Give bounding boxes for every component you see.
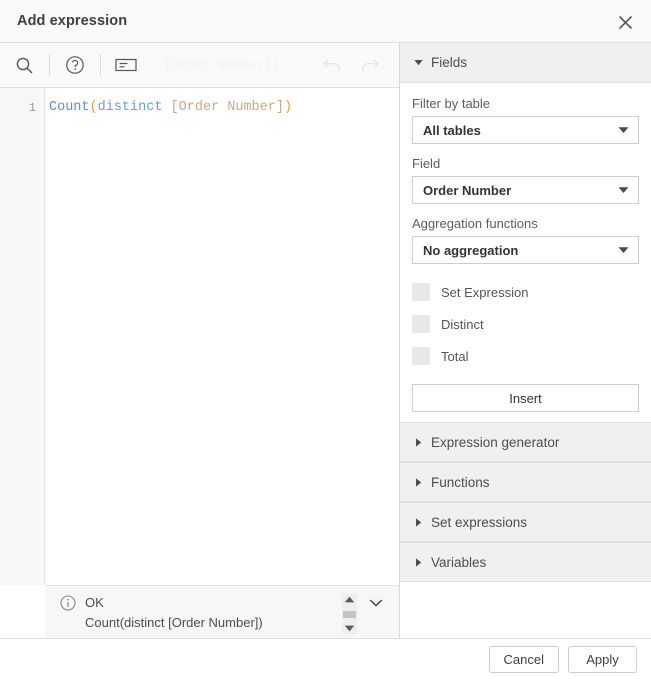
checkbox-set-expression[interactable] bbox=[412, 283, 430, 301]
accordion-header-expression-generator[interactable]: Expression generator bbox=[400, 422, 651, 462]
checkbox-label-set-expression: Set Expression bbox=[441, 284, 529, 300]
aggregation-functions-value: No aggregation bbox=[423, 242, 519, 258]
accordion-label-variables: Variables bbox=[431, 554, 487, 570]
filter-by-table-label: Filter by table bbox=[412, 96, 491, 111]
code-token-kw: distinct bbox=[97, 100, 163, 115]
accordion-header-variables[interactable]: Variables bbox=[400, 542, 651, 582]
accordion-label-functions: Functions bbox=[431, 474, 490, 490]
triangle-down-icon[interactable] bbox=[344, 625, 355, 632]
accordion-list: Expression generator Functions Set expre… bbox=[400, 422, 651, 582]
status-scrollbar[interactable] bbox=[342, 594, 357, 634]
caret-down-icon bbox=[411, 59, 425, 66]
insert-button[interactable]: Insert bbox=[412, 384, 639, 412]
checkbox-label-distinct: Distinct bbox=[441, 316, 484, 332]
caret-down-icon bbox=[618, 246, 629, 254]
accordion-header-functions[interactable]: Functions bbox=[400, 462, 651, 502]
dialog-title: Add expression bbox=[17, 13, 128, 29]
fields-panel-content: Filter by table All tables Field Order N… bbox=[400, 83, 651, 422]
close-icon[interactable] bbox=[609, 6, 641, 38]
code-token-paren: ) bbox=[283, 100, 293, 115]
dialog-footer: Cancel Apply bbox=[0, 638, 651, 679]
line-number-gutter: 1 bbox=[0, 88, 45, 585]
accordion-label-expression-generator: Expression generator bbox=[431, 434, 560, 450]
scrollbar-thumb[interactable] bbox=[343, 610, 356, 618]
apply-button[interactable]: Apply bbox=[568, 645, 637, 673]
field-label: Field bbox=[412, 156, 441, 171]
search-icon[interactable] bbox=[5, 46, 43, 84]
checkbox-row-distinct[interactable]: Distinct bbox=[412, 308, 639, 340]
expression-status-bar: OK Count(distinct [Order Number]) bbox=[45, 585, 399, 638]
editor-toolbar: [Order Number]) bbox=[0, 43, 399, 88]
accordion-label-set-expressions: Set expressions bbox=[431, 514, 528, 530]
accordion-header-set-expressions[interactable]: Set expressions bbox=[400, 502, 651, 542]
caret-right-icon bbox=[411, 517, 425, 527]
checkbox-distinct[interactable] bbox=[412, 315, 430, 333]
caret-right-icon bbox=[411, 557, 425, 567]
toolbar-ghost-text: [Order Number]) bbox=[163, 57, 281, 73]
fields-side-panel: Fields Filter by table All tables Field … bbox=[400, 43, 651, 638]
dialog-body: [Order Number]) 1 Count(distinct [Order … bbox=[0, 43, 651, 638]
checkbox-total[interactable] bbox=[412, 347, 430, 365]
snippet-icon[interactable] bbox=[107, 46, 145, 84]
line-number: 1 bbox=[28, 101, 36, 115]
code-editor[interactable]: 1 Count(distinct [Order Number]) bbox=[0, 88, 399, 585]
checkbox-row-total[interactable]: Total bbox=[412, 340, 639, 372]
chevron-down-icon[interactable] bbox=[367, 594, 385, 612]
caret-down-icon bbox=[618, 126, 629, 134]
checkbox-label-total: Total bbox=[441, 348, 469, 364]
checkbox-row-set-expression[interactable]: Set Expression bbox=[412, 276, 639, 308]
expression-code[interactable]: Count(distinct [Order Number]) bbox=[45, 88, 399, 585]
field-value: Order Number bbox=[423, 182, 512, 198]
accordion-header-fields[interactable]: Fields bbox=[400, 43, 651, 83]
status-state: OK bbox=[85, 595, 104, 610]
code-token-fn: Count bbox=[49, 100, 90, 115]
filter-by-table-select[interactable]: All tables bbox=[412, 116, 639, 144]
toolbar-separator bbox=[100, 54, 101, 76]
filter-by-table-value: All tables bbox=[423, 122, 481, 138]
caret-down-icon bbox=[618, 186, 629, 194]
caret-right-icon bbox=[411, 477, 425, 487]
help-circle-icon[interactable] bbox=[56, 46, 94, 84]
caret-right-icon bbox=[411, 437, 425, 447]
code-token-field: [Order Number] bbox=[170, 100, 284, 115]
undo-icon[interactable] bbox=[313, 46, 351, 84]
redo-icon[interactable] bbox=[351, 46, 389, 84]
accordion-label-fields: Fields bbox=[431, 55, 468, 70]
field-select[interactable]: Order Number bbox=[412, 176, 639, 204]
expression-editor-column: [Order Number]) 1 Count(distinct [Order … bbox=[0, 43, 400, 638]
aggregation-functions-label: Aggregation functions bbox=[412, 216, 538, 231]
add-expression-dialog: Add expression [Order Number]) 1 Count(d… bbox=[0, 0, 651, 679]
aggregation-functions-select[interactable]: No aggregation bbox=[412, 236, 639, 264]
code-token-paren: ( bbox=[89, 100, 98, 115]
dialog-titlebar: Add expression bbox=[0, 0, 651, 43]
triangle-up-icon[interactable] bbox=[344, 596, 355, 603]
info-circle-icon bbox=[60, 594, 76, 611]
toolbar-history-group bbox=[308, 46, 389, 84]
cancel-button[interactable]: Cancel bbox=[488, 645, 559, 673]
toolbar-separator bbox=[49, 54, 50, 76]
